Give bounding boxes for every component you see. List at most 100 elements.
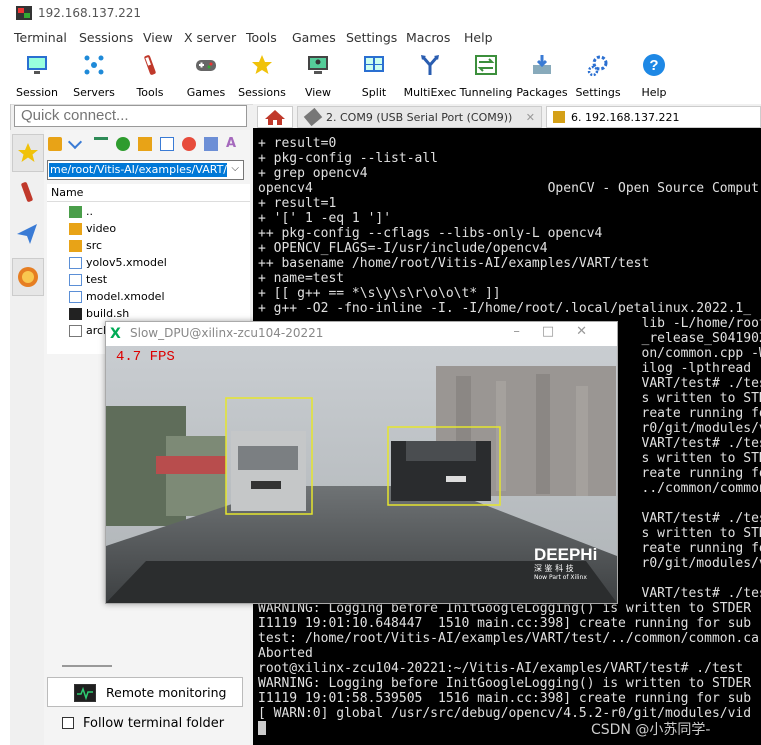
menu-tools[interactable]: Tools (246, 30, 277, 45)
menu-settings[interactable]: Settings (346, 30, 397, 45)
list-item[interactable]: video (69, 221, 116, 238)
multiexec-icon (421, 55, 439, 75)
settings-icon (587, 55, 608, 77)
session-tab-bar: 2. COM9 (USB Serial Port (COM9)) ✕ 6. 19… (253, 104, 761, 128)
new-file-icon[interactable] (160, 137, 174, 151)
tools-button[interactable]: Tools (121, 50, 179, 100)
list-item[interactable]: yolov5.xmodel (69, 255, 167, 272)
remote-monitoring-label: Remote monitoring (106, 685, 227, 700)
session-icon (27, 56, 47, 74)
download-icon[interactable] (67, 134, 83, 150)
tunneling-button[interactable]: Tunneling (457, 50, 515, 100)
rename-icon[interactable]: A (226, 137, 240, 151)
file-icon (69, 291, 82, 303)
logo-tagline: Now Part of Xilinx (534, 574, 587, 581)
serial-icon (303, 107, 323, 127)
window-title: 192.168.137.221 (38, 6, 142, 20)
view-label: View (304, 86, 332, 99)
tab-com9[interactable]: 2. COM9 (USB Serial Port (COM9)) ✕ (297, 106, 542, 128)
sessions-side-tab[interactable] (12, 134, 44, 172)
terminal-line: ++ pkg-config --cflags --libs-only-L ope… (258, 226, 603, 241)
terminal-line: root@xilinx-zcu104-20221:~/Vitis-AI/exam… (258, 661, 752, 676)
upload-icon[interactable] (94, 137, 108, 154)
file-name: test (86, 273, 108, 286)
menu-bar: Terminal Sessions View X server Tools Ga… (0, 28, 761, 48)
edit-icon[interactable] (204, 137, 218, 151)
sessions-button[interactable]: Sessions (233, 50, 291, 100)
help-button[interactable]: ? Help (625, 50, 683, 100)
file-name: .. (86, 205, 93, 218)
follow-terminal-folder-checkbox[interactable] (62, 717, 74, 729)
menu-macros[interactable]: Macros (406, 30, 450, 45)
terminal-line: + '[' 1 -eq 1 ']' (258, 211, 392, 226)
menu-help[interactable]: Help (464, 30, 493, 45)
file-name: video (86, 222, 117, 235)
menu-sessions[interactable]: Sessions (79, 30, 133, 45)
tools-side-tab[interactable] (12, 174, 42, 210)
tab-ssh-session[interactable]: 6. 192.168.137.221 (546, 106, 761, 128)
close-icon[interactable]: ✕ (526, 107, 535, 129)
quick-connect-input[interactable] (14, 105, 247, 127)
split-button[interactable]: Split (345, 50, 403, 100)
list-item[interactable]: model.xmodel (69, 289, 165, 306)
session-button[interactable]: Session (8, 50, 66, 100)
deephi-logo: DEEPHi 深 鉴 科 技 Now Part of Xilinx (534, 546, 597, 582)
logo-subtext: 深 鉴 科 技 (534, 564, 574, 573)
star-icon (252, 55, 272, 74)
view-icon (308, 56, 328, 74)
menu-games[interactable]: Games (292, 30, 336, 45)
home-icon (265, 110, 285, 125)
terminal-line: test: /home/root/Vitis-AI/examples/VART/… (258, 631, 759, 646)
session-label: Session (16, 86, 58, 99)
follow-terminal-folder-label[interactable]: Follow terminal folder (83, 716, 224, 731)
new-folder-icon[interactable] (138, 137, 152, 151)
menu-x-server[interactable]: X server (184, 30, 236, 45)
packages-button[interactable]: Packages (513, 50, 571, 100)
globe-icon (18, 267, 38, 287)
remote-monitoring-button[interactable]: Remote monitoring (47, 677, 243, 707)
servers-label: Servers (73, 86, 115, 99)
macros-side-tab[interactable] (12, 216, 42, 252)
settings-label: Settings (575, 86, 621, 99)
terminal-line: opencv4 OpenCV - Open Source Comput (258, 181, 759, 196)
split-icon (364, 56, 384, 72)
games-button[interactable]: Games (177, 50, 235, 100)
menu-terminal[interactable]: Terminal (14, 30, 67, 45)
servers-button[interactable]: Servers (65, 50, 123, 100)
help-icon: ? (643, 54, 665, 76)
list-item[interactable]: .. (69, 204, 93, 221)
star-icon (18, 143, 38, 162)
tab-home[interactable] (257, 106, 293, 128)
terminal-line: ++ basename /home/root/Vitis-AI/examples… (258, 256, 650, 271)
folder-icon (69, 223, 82, 235)
delete-icon[interactable] (182, 137, 196, 151)
list-item[interactable]: test (69, 272, 107, 289)
x11-icon: X (110, 326, 121, 342)
window-controls[interactable]: –□✕ (513, 324, 609, 339)
refresh-icon[interactable] (116, 137, 130, 151)
tools-icon (144, 55, 156, 75)
list-item[interactable]: src (69, 238, 102, 255)
multiexec-button[interactable]: MultiExec (401, 50, 459, 100)
list-item[interactable]: arch (69, 323, 110, 340)
terminal-line: I1119 19:01:58.539505 1516 main.cc:398] … (258, 691, 752, 706)
multiexec-label: MultiExec (403, 86, 457, 99)
tools-label: Tools (136, 86, 164, 99)
side-tab-strip (10, 130, 44, 745)
folder-icon (69, 240, 82, 252)
chevron-down-icon[interactable]: ⌵ (231, 163, 239, 174)
name-column-header[interactable]: Name (47, 184, 250, 202)
games-label: Games (186, 86, 226, 99)
menu-view[interactable]: View (143, 30, 173, 45)
help-label: Help (641, 86, 667, 99)
terminal-line: + grep opencv4 (258, 166, 368, 181)
path-combobox[interactable]: me/root/Vitis-AI/examples/VART/test/ ⌵ (47, 160, 244, 180)
opencv-display-window[interactable]: X Slow_DPU@xilinx-zcu104-20221 –□✕ 4.7 F… (105, 321, 618, 604)
mobaxterm-icon (16, 6, 32, 20)
csdn-watermark: CSDN @小苏同学- (591, 722, 711, 738)
sftp-side-tab[interactable] (12, 258, 44, 296)
open-folder-icon[interactable] (48, 137, 62, 151)
file-name: build.sh (86, 307, 130, 320)
view-button[interactable]: View (289, 50, 347, 100)
settings-button[interactable]: Settings (569, 50, 627, 100)
